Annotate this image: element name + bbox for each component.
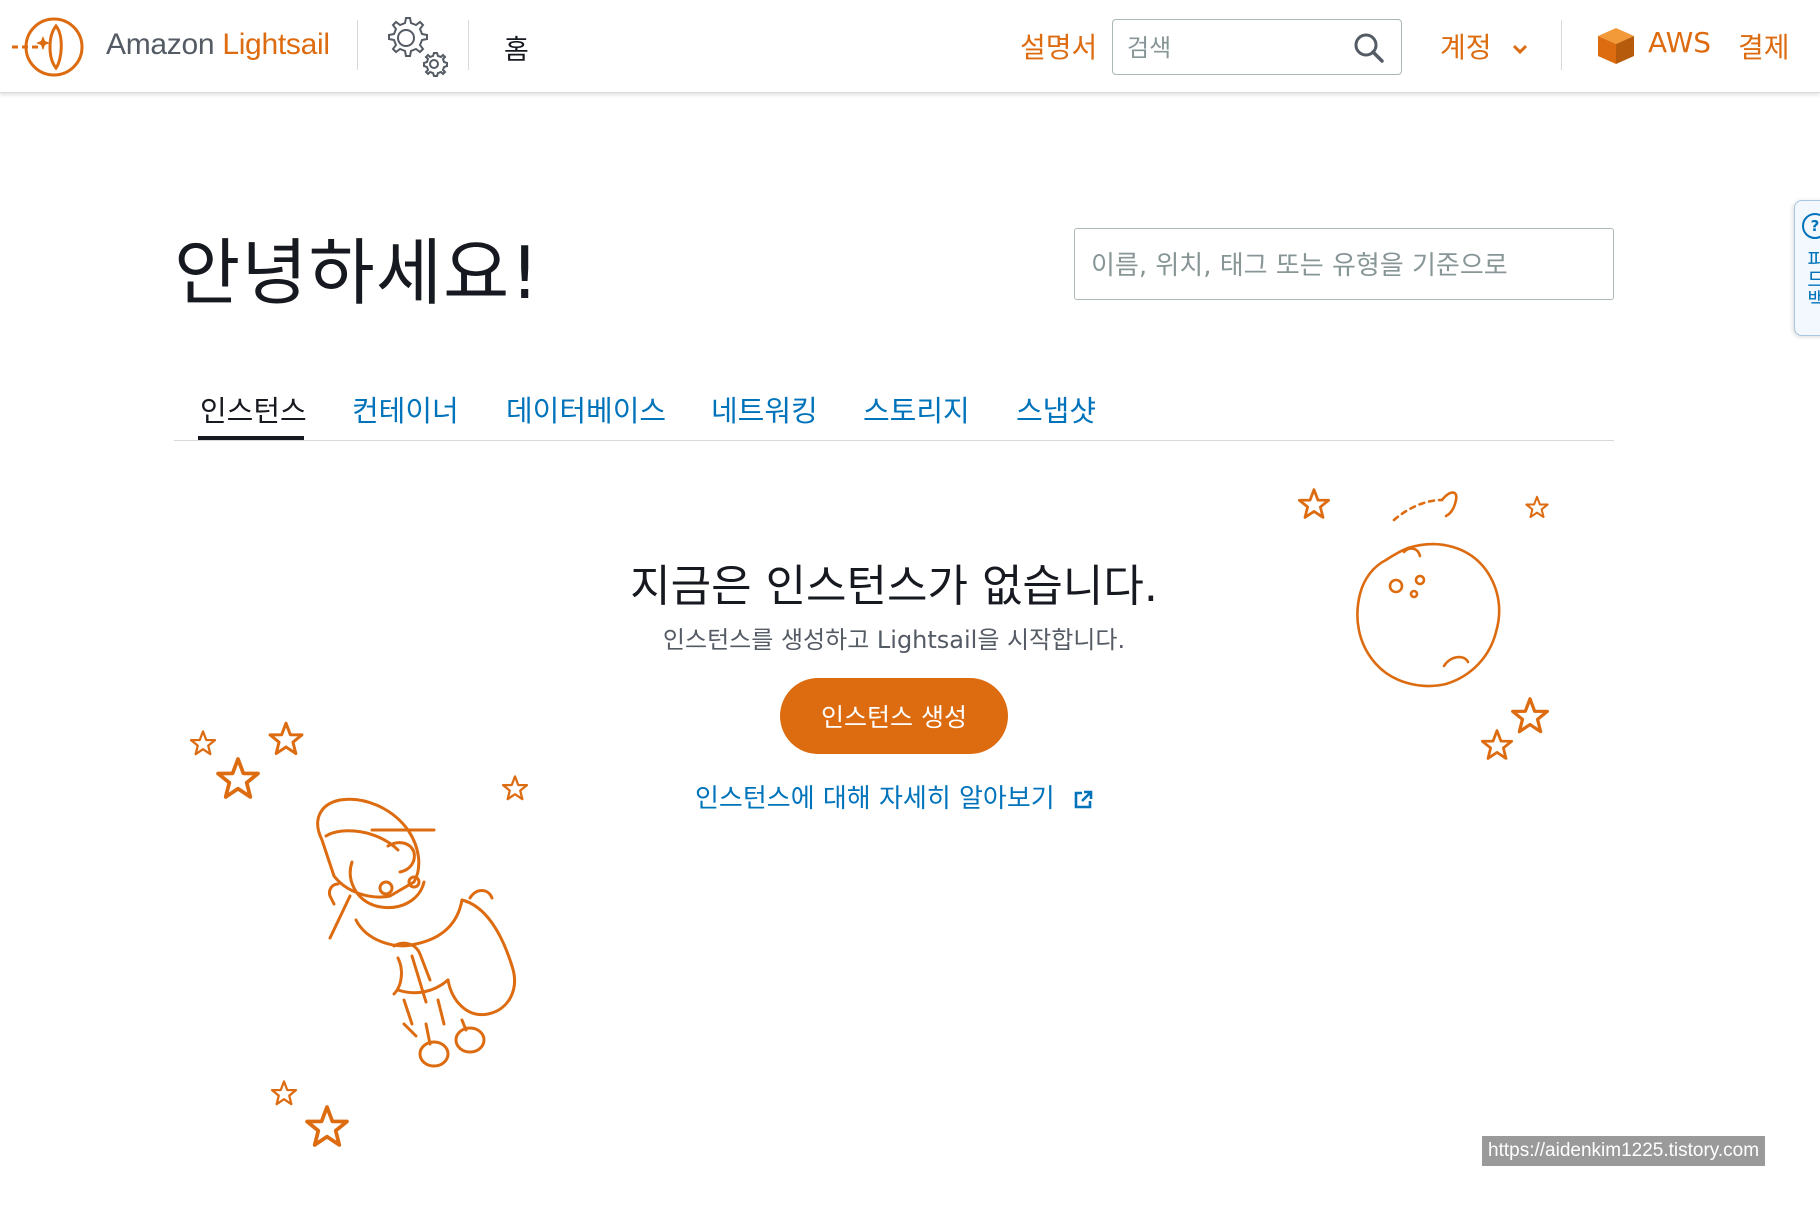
star-icon: [1297, 488, 1331, 519]
create-instance-button[interactable]: 인스턴스 생성: [780, 678, 1008, 754]
resource-filter-input[interactable]: [1089, 247, 1593, 285]
docs-link[interactable]: 설명서: [1020, 26, 1097, 66]
star-icon: [1480, 729, 1514, 760]
tab-networking[interactable]: 네트워킹: [711, 388, 818, 430]
divider: [1561, 20, 1562, 70]
star-icon: [268, 721, 304, 756]
home-link[interactable]: 홈: [504, 28, 529, 67]
resource-filter-box: [1074, 228, 1614, 300]
resource-tabs: 인스턴스 컨테이너 데이터베이스 네트워킹 스토리지 스냅샷: [174, 380, 1614, 441]
brand-prefix: Amazon: [106, 28, 215, 61]
star-icon: [189, 730, 217, 756]
external-link-icon: [1074, 790, 1093, 808]
page-title: 안녕하세요!: [174, 231, 541, 315]
empty-state-title: 지금은 인스턴스가 없습니다.: [630, 561, 1158, 612]
empty-state-subtitle: 인스턴스를 생성하고 Lightsail을 시작합니다.: [662, 626, 1126, 654]
star-icon: [270, 1080, 298, 1106]
top-search-input[interactable]: [1125, 30, 1349, 66]
feedback-tab[interactable]: ? 피드백: [1794, 200, 1820, 336]
brand-product: Lightsail: [222, 28, 330, 61]
tab-snapshots[interactable]: 스냅샷: [1016, 388, 1096, 430]
help-icon: ?: [1802, 213, 1820, 239]
account-label: 계정: [1440, 31, 1492, 64]
aws-box-icon[interactable]: [1596, 26, 1636, 66]
divider: [357, 20, 358, 70]
divider: [468, 20, 469, 70]
tab-containers[interactable]: 컨테이너: [352, 388, 459, 430]
billing-link[interactable]: 결제: [1738, 26, 1790, 66]
active-tab-indicator: [198, 436, 304, 440]
tab-databases[interactable]: 데이터베이스: [506, 388, 666, 430]
url-watermark: https://aidenkim1225.tistory.com: [1482, 1136, 1766, 1166]
tab-storage[interactable]: 스토리지: [863, 388, 970, 430]
star-icon: [1525, 495, 1549, 519]
settings-gear-icon[interactable]: [376, 8, 452, 80]
search-icon[interactable]: [1353, 32, 1385, 64]
star-icon: [305, 1105, 349, 1147]
lightsail-logo-icon[interactable]: [12, 12, 90, 82]
robot-illustration: [316, 797, 516, 1068]
star-icon: [1511, 697, 1549, 734]
top-search-box: [1112, 19, 1402, 75]
tab-instances[interactable]: 인스턴스: [200, 388, 307, 430]
chevron-down-icon: [1513, 44, 1528, 54]
aws-console-link[interactable]: AWS: [1648, 26, 1711, 59]
learn-more-link[interactable]: 인스턴스에 대해 자세히 알아보기: [0, 778, 1788, 815]
learn-more-label: 인스턴스에 대해 자세히 알아보기: [695, 784, 1055, 814]
brand-name[interactable]: Amazon Lightsail: [106, 28, 330, 62]
account-menu[interactable]: 계정: [1440, 26, 1528, 66]
feedback-label: 피드백: [1803, 249, 1820, 309]
top-navigation-bar: Amazon Lightsail 홈 설명서 계정 AWS 결제: [0, 0, 1820, 93]
